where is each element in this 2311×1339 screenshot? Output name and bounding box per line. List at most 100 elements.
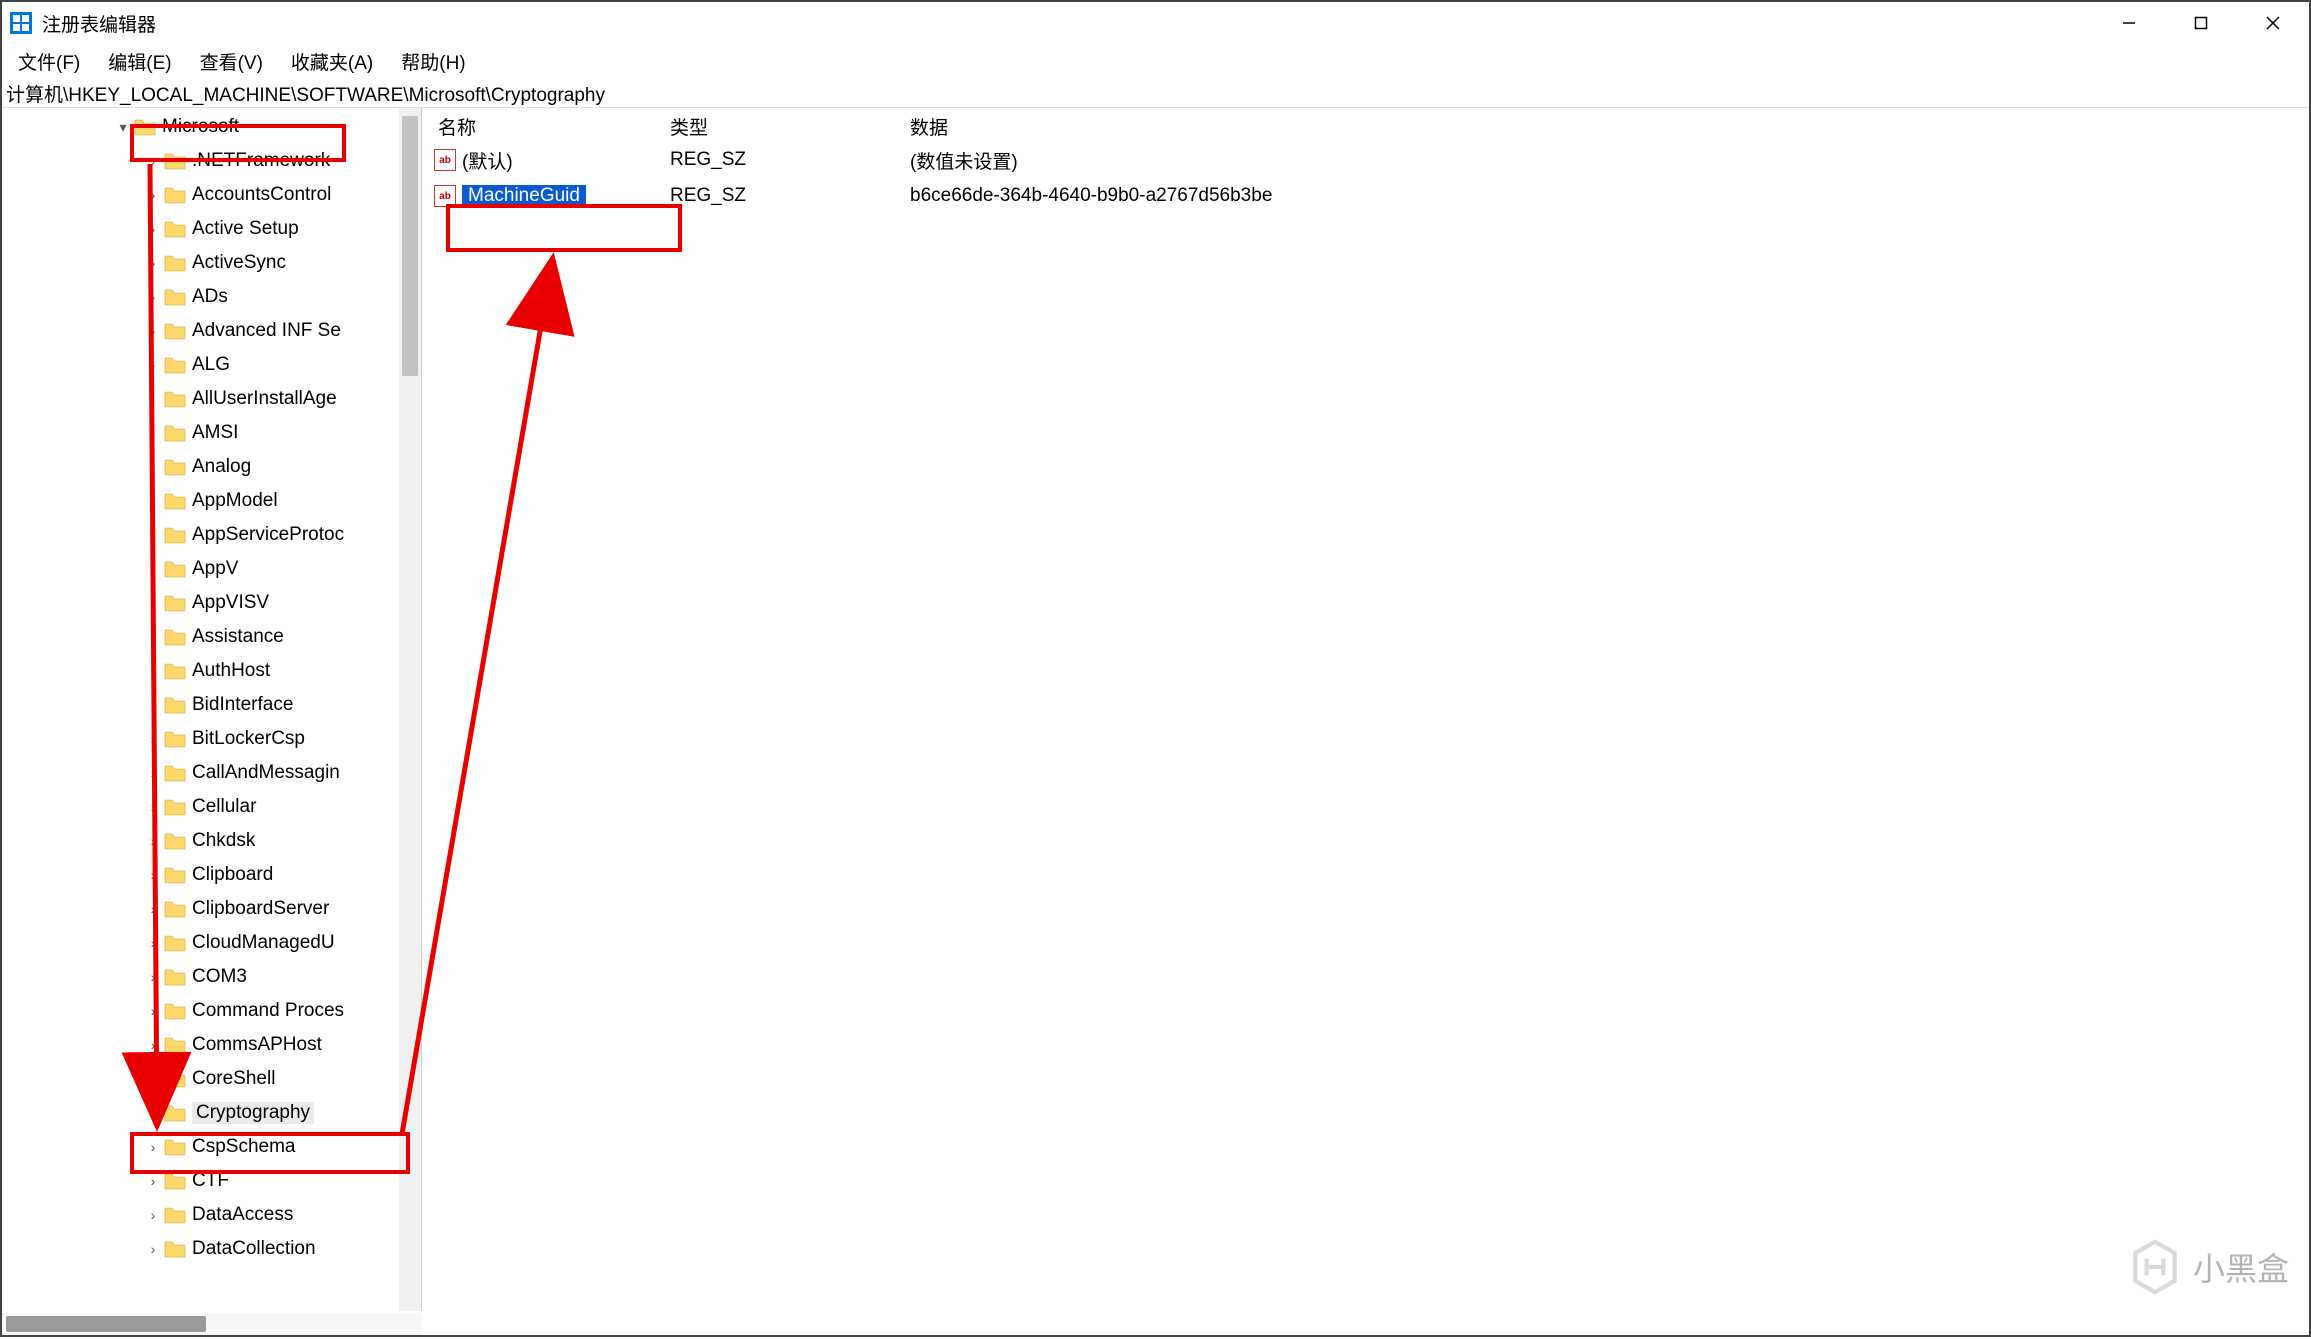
expand-icon[interactable]: › (144, 493, 162, 509)
tree-label: ClipboardServer (192, 898, 329, 920)
tree-label: Advanced INF Se (192, 320, 341, 342)
expand-icon[interactable]: › (144, 425, 162, 441)
tree-item[interactable]: › AppModel (144, 484, 421, 518)
minimize-button[interactable] (2093, 2, 2165, 44)
tree-item[interactable]: ›Command Proces (144, 994, 421, 1028)
expand-icon[interactable]: › (144, 799, 162, 815)
expand-icon[interactable]: › (144, 1173, 162, 1189)
expand-icon[interactable]: › (144, 255, 162, 271)
reg-string-icon: ab (434, 149, 456, 171)
tree-label: CommsAPHost (192, 1034, 322, 1056)
tree-item[interactable]: › AccountsControl (144, 178, 421, 212)
tree-item[interactable]: ›AppServiceProtoc (144, 518, 421, 552)
expand-icon[interactable]: › (144, 187, 162, 203)
expand-icon[interactable]: › (144, 1003, 162, 1019)
tree-item[interactable]: ›Chkdsk (144, 824, 421, 858)
tree-item[interactable]: ›CspSchema (144, 1130, 421, 1164)
tree-item[interactable]: AllUserInstallAge (144, 382, 421, 416)
scrollbar-thumb[interactable] (6, 1316, 206, 1332)
col-header-data[interactable]: 数据 (910, 113, 2301, 140)
folder-icon (164, 730, 186, 748)
expand-icon[interactable]: › (144, 1207, 162, 1223)
menu-help[interactable]: 帮助(H) (401, 48, 465, 75)
tree-item[interactable]: ›ALG (144, 348, 421, 382)
expand-icon[interactable]: › (144, 323, 162, 339)
expand-icon[interactable]: › (144, 833, 162, 849)
close-button[interactable] (2237, 2, 2309, 44)
expand-icon[interactable]: › (144, 289, 162, 305)
tree-item[interactable]: ›COM3 (144, 960, 421, 994)
values-panel: 名称 类型 数据 ab(默认)REG_SZ(数值未设置)abMachineGui… (422, 108, 2309, 1311)
tree-item[interactable]: ›BidInterface (144, 688, 421, 722)
address-bar[interactable]: 计算机\HKEY_LOCAL_MACHINE\SOFTWARE\Microsof… (2, 78, 2309, 108)
tree-horizontal-scrollbar[interactable] (2, 1313, 422, 1335)
expand-icon[interactable]: › (144, 629, 162, 645)
expand-icon[interactable]: › (144, 1037, 162, 1053)
tree-item[interactable]: ›CTF (144, 1164, 421, 1198)
expand-icon[interactable]: › (144, 153, 162, 169)
expand-icon[interactable]: › (144, 1241, 162, 1257)
tree-item[interactable]: ›DataCollection (144, 1232, 421, 1266)
expand-icon[interactable]: › (144, 663, 162, 679)
tree-item[interactable]: ›Cellular (144, 790, 421, 824)
expand-icon[interactable]: › (144, 935, 162, 951)
menu-view[interactable]: 查看(V) (200, 48, 263, 75)
menu-edit[interactable]: 编辑(E) (108, 48, 171, 75)
expand-icon[interactable]: › (144, 1139, 162, 1155)
tree-item[interactable]: ›DataAccess (144, 1198, 421, 1232)
expand-icon[interactable]: › (144, 901, 162, 917)
folder-icon (164, 356, 186, 374)
scrollbar-thumb[interactable] (402, 116, 418, 376)
tree-item[interactable]: ›BitLockerCsp (144, 722, 421, 756)
col-header-name[interactable]: 名称 (430, 113, 670, 140)
folder-icon (164, 254, 186, 272)
tree-item[interactable]: ›Assistance (144, 620, 421, 654)
expand-icon[interactable]: › (144, 357, 162, 373)
tree-item[interactable]: ›CallAndMessagin (144, 756, 421, 790)
registry-tree[interactable]: ▾Microsoft›.NETFramework›AccountsControl… (2, 108, 421, 1311)
maximize-button[interactable] (2165, 2, 2237, 44)
collapse-icon[interactable]: ▾ (114, 119, 132, 136)
tree-item[interactable]: › ClipboardServer (144, 892, 421, 926)
menu-file[interactable]: 文件(F) (18, 48, 80, 75)
expand-icon[interactable]: › (144, 1071, 162, 1087)
expand-icon[interactable]: › (144, 969, 162, 985)
tree-item[interactable]: ›Analog (144, 450, 421, 484)
expand-icon[interactable]: › (144, 459, 162, 475)
value-type: REG_SZ (670, 149, 910, 171)
expand-icon[interactable]: › (144, 1105, 162, 1121)
tree-item[interactable]: ›Active Setup (144, 212, 421, 246)
tree-item[interactable]: ›ActiveSync (144, 246, 421, 280)
tree-item[interactable]: ›Clipboard (144, 858, 421, 892)
value-row[interactable]: abMachineGuidREG_SZb6ce66de-364b-4640-b9… (430, 178, 2301, 214)
tree-item[interactable]: ›AMSI (144, 416, 421, 450)
tree-item[interactable]: ›.NETFramework (144, 144, 421, 178)
tree-item[interactable]: ›AuthHost (144, 654, 421, 688)
expand-icon[interactable]: › (144, 867, 162, 883)
tree-vertical-scrollbar[interactable] (399, 108, 421, 1311)
tree-item[interactable]: ›AppV (144, 552, 421, 586)
tree-item-microsoft[interactable]: ▾Microsoft (114, 110, 421, 144)
tree-item[interactable]: ›Cryptography (144, 1096, 421, 1130)
expand-icon[interactable]: › (144, 731, 162, 747)
tree-item[interactable]: ›CloudManagedU (144, 926, 421, 960)
expand-icon[interactable]: › (144, 527, 162, 543)
expand-icon[interactable]: › (144, 765, 162, 781)
tree-item[interactable]: AppVISV (144, 586, 421, 620)
menu-favorites[interactable]: 收藏夹(A) (291, 48, 373, 75)
col-header-type[interactable]: 类型 (670, 113, 910, 140)
tree-label: AppModel (192, 490, 278, 512)
folder-icon (164, 1172, 186, 1190)
main-area: ▾Microsoft›.NETFramework›AccountsControl… (2, 108, 2309, 1311)
value-row[interactable]: ab(默认)REG_SZ(数值未设置) (430, 142, 2301, 178)
expand-icon[interactable]: › (144, 221, 162, 237)
expand-icon[interactable]: › (144, 561, 162, 577)
tree-item[interactable]: ›CoreShell (144, 1062, 421, 1096)
tree-item[interactable]: ›ADs (144, 280, 421, 314)
expand-icon[interactable]: › (144, 697, 162, 713)
tree-item[interactable]: › Advanced INF Se (144, 314, 421, 348)
folder-icon (164, 458, 186, 476)
tree-item[interactable]: › CommsAPHost (144, 1028, 421, 1062)
folder-icon (164, 424, 186, 442)
tree-label: AccountsControl (192, 184, 331, 206)
